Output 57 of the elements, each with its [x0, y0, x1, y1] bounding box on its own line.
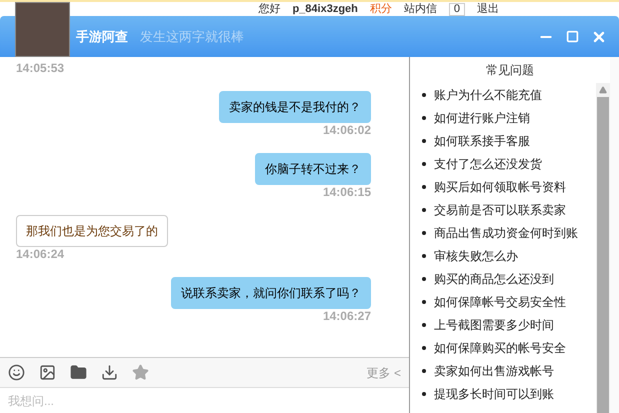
- faq-link[interactable]: 支付了怎么还没发货: [434, 154, 542, 172]
- faq-link[interactable]: 账户为什么不能充值: [434, 86, 542, 104]
- faq-link[interactable]: 购买的商品怎么还没到: [434, 270, 554, 288]
- message-time: 14:06:24: [16, 247, 64, 261]
- bullet-icon: [422, 346, 426, 350]
- inbox-count: 0: [448, 2, 465, 16]
- download-icon[interactable]: [101, 364, 118, 381]
- bullet-icon: [422, 254, 426, 258]
- inbox-link[interactable]: 站内信: [404, 0, 437, 18]
- username-text: p_84ix3zgeh: [292, 2, 358, 17]
- faq-link[interactable]: 上号截图需要多少时间: [434, 316, 554, 334]
- bullet-icon: [422, 208, 426, 212]
- logout-link[interactable]: 退出: [477, 0, 499, 18]
- message-bubble: 那我们也是为您交易了的: [16, 215, 168, 247]
- faq-link[interactable]: 购买后如何领取帐号资料: [434, 178, 566, 196]
- emoji-icon[interactable]: [8, 364, 25, 381]
- scrollbar[interactable]: [596, 83, 610, 413]
- scroll-up-icon[interactable]: [599, 86, 607, 94]
- faq-link[interactable]: 如何保障帐号交易安全性: [434, 292, 566, 310]
- message-input[interactable]: 我想问...: [0, 387, 409, 413]
- message-bubble: 你脑子转不过来？: [255, 153, 371, 185]
- bullet-icon: [422, 392, 426, 396]
- greeting-text: 您好: [258, 2, 280, 17]
- bullet-icon: [422, 322, 426, 326]
- message-time: 14:06:02: [322, 123, 371, 137]
- faq-link[interactable]: 如何进行账户注销: [434, 108, 530, 126]
- faq-link[interactable]: 提现多长时间可以到账: [434, 384, 554, 402]
- faq-link[interactable]: 如何联系接手客服: [434, 132, 530, 150]
- window-subtitle: 发生这两字就很棒: [140, 28, 244, 46]
- bullet-icon: [422, 184, 426, 188]
- window-title: 手游阿查: [76, 28, 128, 46]
- folder-icon[interactable]: [70, 364, 87, 381]
- bullet-icon: [422, 276, 426, 280]
- image-icon[interactable]: [39, 364, 56, 381]
- faq-link[interactable]: 如何保障购买的帐号安全: [434, 338, 566, 356]
- bullet-icon: [422, 230, 426, 234]
- message-time: 14:06:15: [322, 185, 371, 199]
- star-icon[interactable]: [132, 364, 149, 381]
- message-bubble: 卖家的钱是不是我付的？: [219, 91, 371, 123]
- faq-title: 常见问题: [485, 62, 535, 79]
- points-link[interactable]: 积分: [370, 0, 392, 18]
- faq-link[interactable]: 卖家如何出售游戏帐号: [434, 362, 554, 380]
- message-time: 14:05:53: [16, 61, 64, 75]
- message-bubble: 说联系卖家，就问你们联系了吗？: [171, 277, 371, 309]
- bullet-icon: [422, 116, 426, 120]
- faq-link[interactable]: 商品出售成功资金何时到账: [434, 224, 578, 242]
- faq-link[interactable]: 审核失败怎么办: [434, 246, 518, 264]
- bullet-icon: [422, 368, 426, 372]
- bullet-icon: [422, 138, 426, 142]
- maximize-icon[interactable]: [566, 30, 579, 43]
- bullet-icon: [422, 300, 426, 304]
- bullet-icon: [422, 162, 426, 166]
- faq-link[interactable]: 交易前是否可以联系卖家: [434, 200, 566, 218]
- bullet-icon: [422, 92, 426, 96]
- avatar-photo: [15, 2, 70, 57]
- scrollbar-thumb[interactable]: [597, 97, 609, 413]
- message-time: 14:06:27: [322, 309, 371, 323]
